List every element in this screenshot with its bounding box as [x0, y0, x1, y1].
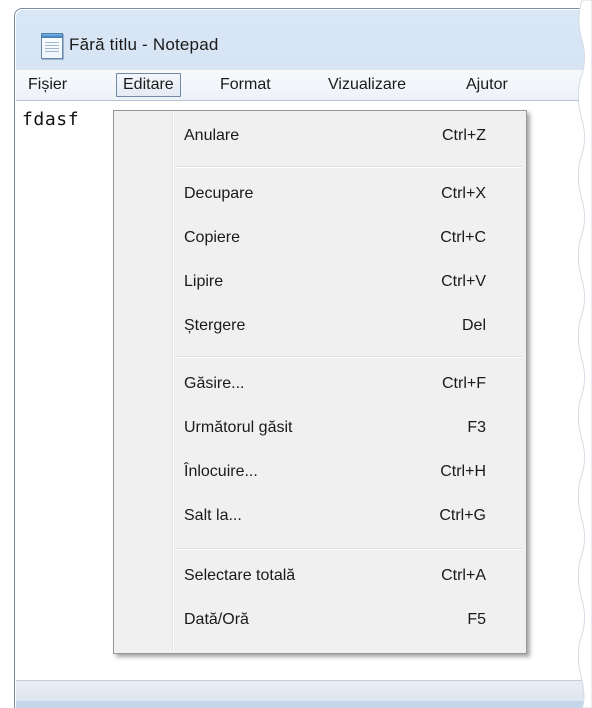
window-title: Fără titlu - Notepad [69, 35, 219, 54]
menu-item-label: Decupare [184, 185, 254, 202]
menu-editare[interactable]: Editare [116, 73, 181, 97]
menu-item-label: Anulare [184, 127, 240, 144]
menu-item-copiere[interactable]: Copiere Ctrl+C [116, 219, 524, 259]
menu-item-label: Înlocuire... [184, 463, 258, 480]
menu-fisier[interactable]: Fișier [22, 73, 73, 97]
menu-separator [176, 166, 522, 168]
edit-dropdown-menu: Anulare Ctrl+Z Decupare Ctrl+X Copiere C… [113, 110, 527, 654]
menu-ajutor[interactable]: Ajutor [460, 73, 514, 97]
menu-item-shortcut: Del [461, 317, 486, 334]
menu-item-selectare-totala[interactable]: Selectare totală Ctrl+A [116, 557, 524, 597]
menu-separator [176, 356, 522, 358]
window-bottom-frame [16, 680, 592, 701]
screenshot: Fără titlu - Notepad Fișier Editare Form… [0, 0, 592, 708]
menu-item-salt-la[interactable]: Salt la... Ctrl+G [116, 497, 524, 537]
menu-item-stergere[interactable]: Ștergere Del [116, 307, 524, 347]
menu-format[interactable]: Format [214, 73, 277, 97]
menu-item-shortcut: Ctrl+A [441, 567, 486, 584]
menu-item-label: Ștergere [184, 317, 246, 334]
menu-item-shortcut: Ctrl+C [440, 229, 486, 246]
menu-item-shortcut: Ctrl+V [441, 273, 486, 290]
menu-item-label: Selectare totală [184, 567, 296, 584]
menu-item-urmatorul-gasit[interactable]: Următorul găsit F3 [116, 409, 524, 449]
title-bar[interactable]: Fără titlu - Notepad [15, 9, 592, 75]
menu-item-shortcut: Ctrl+H [440, 463, 486, 480]
menu-item-label: Copiere [184, 229, 241, 246]
menu-item-label: Lipire [184, 273, 224, 290]
menu-separator [176, 548, 522, 550]
menu-item-shortcut: F3 [467, 419, 486, 436]
menu-item-lipire[interactable]: Lipire Ctrl+V [116, 263, 524, 303]
menu-item-shortcut: F5 [467, 611, 486, 628]
menu-item-shortcut: Ctrl+G [439, 507, 486, 524]
menu-item-gasire[interactable]: Găsire... Ctrl+F [116, 365, 524, 405]
menu-item-decupare[interactable]: Decupare Ctrl+X [116, 175, 524, 215]
menu-bar: Fișier Editare Format Vizualizare Ajutor [16, 69, 592, 101]
menu-item-label: Găsire... [184, 375, 245, 392]
menu-item-shortcut: Ctrl+F [442, 375, 486, 392]
menu-item-data-ora[interactable]: Dată/Oră F5 [116, 601, 524, 641]
menu-vizualizare[interactable]: Vizualizare [322, 73, 412, 97]
menu-item-label: Salt la... [184, 507, 242, 524]
menu-item-shortcut: Ctrl+X [441, 185, 486, 202]
menu-item-label: Dată/Oră [184, 611, 249, 628]
notepad-icon [41, 33, 63, 59]
torn-edge-decoration [577, 0, 592, 708]
menu-item-label: Următorul găsit [184, 419, 293, 436]
menu-item-shortcut: Ctrl+Z [442, 127, 486, 144]
editor-content: fdasf [22, 109, 80, 130]
menu-item-anulare[interactable]: Anulare Ctrl+Z [116, 117, 524, 157]
menu-item-inlocuire[interactable]: Înlocuire... Ctrl+H [116, 453, 524, 493]
